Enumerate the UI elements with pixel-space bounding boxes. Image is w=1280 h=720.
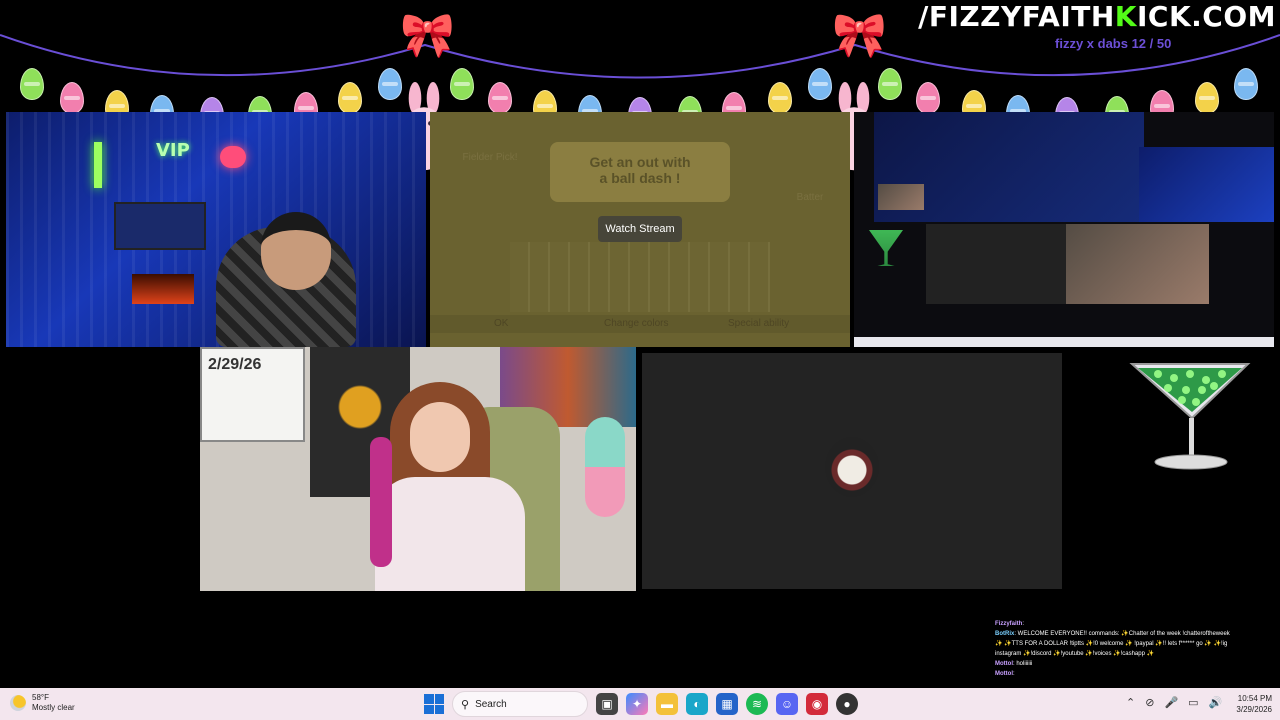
start-button[interactable] bbox=[424, 694, 444, 714]
partly-cloudy-icon bbox=[10, 695, 26, 711]
discord-icon[interactable]: ☺ bbox=[776, 693, 798, 715]
egg-icon bbox=[916, 82, 940, 114]
streamer-head bbox=[261, 212, 331, 290]
egg-icon bbox=[488, 82, 512, 114]
offline-stream-panel bbox=[642, 353, 1062, 589]
game-stream-panel: Get an out with a ball dash ! Fielder Pi… bbox=[430, 112, 850, 347]
watch-stream-button[interactable]: Watch Stream bbox=[598, 216, 682, 242]
egg-icon bbox=[1234, 68, 1258, 100]
chat-message: Fizzyfaith: bbox=[995, 621, 1025, 627]
egg-icon bbox=[60, 82, 84, 114]
misc-app-icon[interactable]: ● bbox=[836, 693, 858, 715]
egg-decoration bbox=[585, 417, 625, 517]
chevron-up-icon[interactable]: ⌃ bbox=[1126, 696, 1135, 709]
weather-text: 58°F Mostly clear bbox=[32, 693, 75, 713]
mini-cam-preview-2 bbox=[878, 184, 924, 210]
neon-green-light bbox=[94, 142, 102, 188]
mini-cam-preview bbox=[1139, 147, 1274, 222]
fielder-pick-label: Fielder Pick! bbox=[462, 152, 518, 163]
windows-taskbar: 58°F Mostly clear ⚲ Search ▣ ✦ ▬ ◐ ▦ ≋ ☺… bbox=[0, 688, 1280, 720]
chat-message: Mottol: holiiiiii bbox=[995, 661, 1033, 667]
edge-icon[interactable]: ◐ bbox=[686, 693, 708, 715]
pirate-logo-icon bbox=[825, 437, 879, 497]
screen-capture-panel bbox=[854, 112, 1274, 347]
egg-icon bbox=[20, 68, 44, 100]
pink-bow-icon: 🎀 bbox=[400, 11, 455, 60]
chat-message: BotRix: WELCOME EVERYONE!! commands: ✨Ch… bbox=[995, 631, 1230, 657]
mini-window bbox=[926, 224, 1066, 304]
taskbar-clock[interactable]: 10:54 PM 3/29/2026 bbox=[1222, 693, 1272, 715]
weather-condition: Mostly clear bbox=[32, 703, 75, 712]
game-title-line1: Get an out with bbox=[589, 154, 691, 170]
temperature: 58°F bbox=[32, 693, 49, 702]
webcam-streamer-2: 2/29/26 bbox=[200, 347, 636, 591]
egg-icon bbox=[338, 82, 362, 114]
system-tray: ⌃ ⊘ 🎤 ▭ 🔊 bbox=[1126, 696, 1222, 709]
mini-martini-icon bbox=[869, 230, 903, 266]
neon-lips-icon bbox=[220, 146, 246, 168]
egg-icon bbox=[1195, 82, 1219, 114]
game-controls-bar: OK Change colors Special ability bbox=[430, 315, 850, 333]
whiteboard-text: 2/29/26 bbox=[208, 356, 262, 373]
volume-icon[interactable]: 🔊 bbox=[1209, 696, 1223, 709]
network-off-icon[interactable]: ⊘ bbox=[1145, 696, 1154, 709]
brand-title: /FIZZYFAITHKICK.COM bbox=[918, 0, 1276, 33]
neon-sign: VIP bbox=[156, 140, 190, 161]
ok-hint: OK bbox=[494, 318, 509, 329]
game-field-grid bbox=[510, 242, 770, 312]
webcam-streamer-1: VIP bbox=[6, 112, 426, 347]
weather-widget[interactable]: 58°F Mostly clear bbox=[10, 693, 75, 713]
obs-app-icon[interactable]: ◉ bbox=[806, 693, 828, 715]
spotify-icon[interactable]: ≋ bbox=[746, 693, 768, 715]
task-view-icon[interactable]: ▣ bbox=[596, 693, 618, 715]
martini-glass-icon bbox=[1129, 363, 1251, 470]
chat-message: Mottol: bbox=[995, 671, 1015, 677]
copilot-icon[interactable]: ✦ bbox=[626, 693, 648, 715]
mini-taskbar bbox=[854, 337, 1274, 347]
display-icon[interactable]: ▭ bbox=[1188, 696, 1198, 709]
pink-bong bbox=[370, 437, 392, 567]
taskbar-apps: ⚲ Search ▣ ✦ ▬ ◐ ▦ ≋ ☺ ◉ ● bbox=[424, 691, 858, 717]
taskbar-search[interactable]: ⚲ Search bbox=[452, 691, 588, 717]
microphone-icon[interactable]: 🎤 bbox=[1164, 696, 1178, 709]
change-colors-hint: Change colors bbox=[604, 318, 669, 329]
store-icon[interactable]: ▦ bbox=[716, 693, 738, 715]
chat-overlay: Fizzyfaith: BotRix: WELCOME EVERYONE!! c… bbox=[995, 619, 1235, 679]
clock-time: 10:54 PM bbox=[1237, 694, 1272, 703]
dab-goal-counter: fizzy x dabs 12 / 50 bbox=[1055, 36, 1172, 51]
fireplace bbox=[132, 274, 194, 304]
clock-date: 3/29/2026 bbox=[1236, 705, 1272, 714]
streamer-face bbox=[410, 402, 470, 472]
file-explorer-icon[interactable]: ▬ bbox=[656, 693, 678, 715]
tv-screen bbox=[114, 202, 206, 250]
game-title-line2: a ball dash ! bbox=[599, 170, 681, 186]
special-ability-hint: Special ability bbox=[728, 318, 790, 329]
streamer-hoodie bbox=[375, 477, 525, 591]
mini-girl-cam bbox=[1066, 224, 1209, 304]
batter-label: Batter bbox=[796, 192, 824, 203]
pink-bow-icon: 🎀 bbox=[832, 11, 887, 60]
egg-icon bbox=[768, 82, 792, 114]
whiteboard: 2/29/26 bbox=[200, 347, 305, 442]
search-placeholder: Search bbox=[475, 698, 507, 710]
search-icon: ⚲ bbox=[461, 698, 470, 711]
